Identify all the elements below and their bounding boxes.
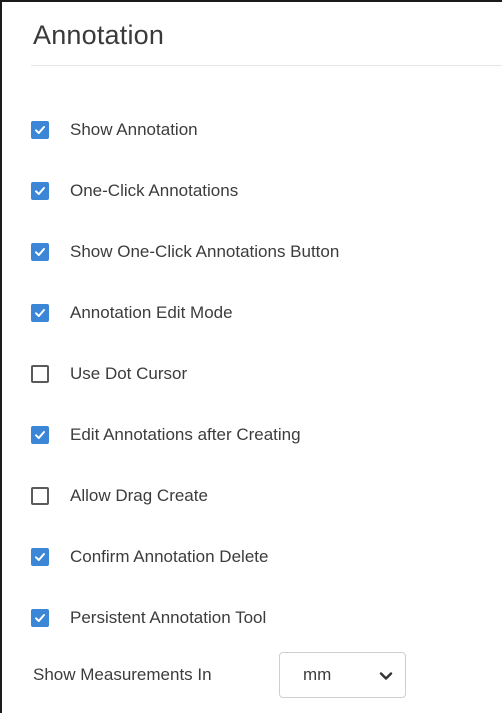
checkbox-icon[interactable] — [31, 304, 49, 322]
option-show-one-click-annotations-button[interactable]: Show One-Click Annotations Button — [31, 239, 339, 265]
checkbox-icon[interactable] — [31, 548, 49, 566]
checkbox-icon[interactable] — [31, 487, 49, 505]
option-label: Show One-Click Annotations Button — [70, 242, 340, 261]
option-allow-drag-create[interactable]: Allow Drag Create — [31, 483, 208, 509]
checkbox-icon[interactable] — [31, 121, 49, 139]
annotation-settings-panel: Annotation Show Annotation One-Click Ann… — [0, 0, 502, 713]
option-confirm-annotation-delete[interactable]: Confirm Annotation Delete — [31, 544, 268, 570]
option-one-click-annotations[interactable]: One-Click Annotations — [31, 178, 238, 204]
option-persistent-annotation-tool[interactable]: Persistent Annotation Tool — [31, 605, 266, 631]
checkbox-icon[interactable] — [31, 365, 49, 383]
option-label: Edit Annotations after Creating — [70, 425, 301, 444]
measurements-label: Show Measurements In — [33, 665, 212, 684]
option-label: Use Dot Cursor — [70, 364, 188, 383]
panel-title: Annotation — [33, 20, 165, 50]
option-use-dot-cursor[interactable]: Use Dot Cursor — [31, 361, 187, 387]
option-label: One-Click Annotations — [70, 181, 239, 200]
option-label: Show Annotation — [70, 120, 198, 139]
option-label: Allow Drag Create — [70, 486, 208, 505]
title-divider — [31, 65, 502, 66]
checkbox-icon[interactable] — [31, 182, 49, 200]
option-edit-annotations-after-creating[interactable]: Edit Annotations after Creating — [31, 422, 301, 448]
option-label: Confirm Annotation Delete — [70, 547, 269, 566]
checkbox-icon[interactable] — [31, 609, 49, 627]
checkbox-icon[interactable] — [31, 243, 49, 261]
measurement-unit-select[interactable]: mm — [279, 652, 406, 698]
option-show-annotation[interactable]: Show Annotation — [31, 117, 198, 143]
option-annotation-edit-mode[interactable]: Annotation Edit Mode — [31, 300, 233, 326]
measurement-unit-value: mm — [303, 665, 332, 684]
checkbox-icon[interactable] — [31, 426, 49, 444]
option-label: Persistent Annotation Tool — [70, 608, 267, 627]
chevron-down-icon — [379, 669, 393, 683]
option-label: Annotation Edit Mode — [70, 303, 233, 322]
